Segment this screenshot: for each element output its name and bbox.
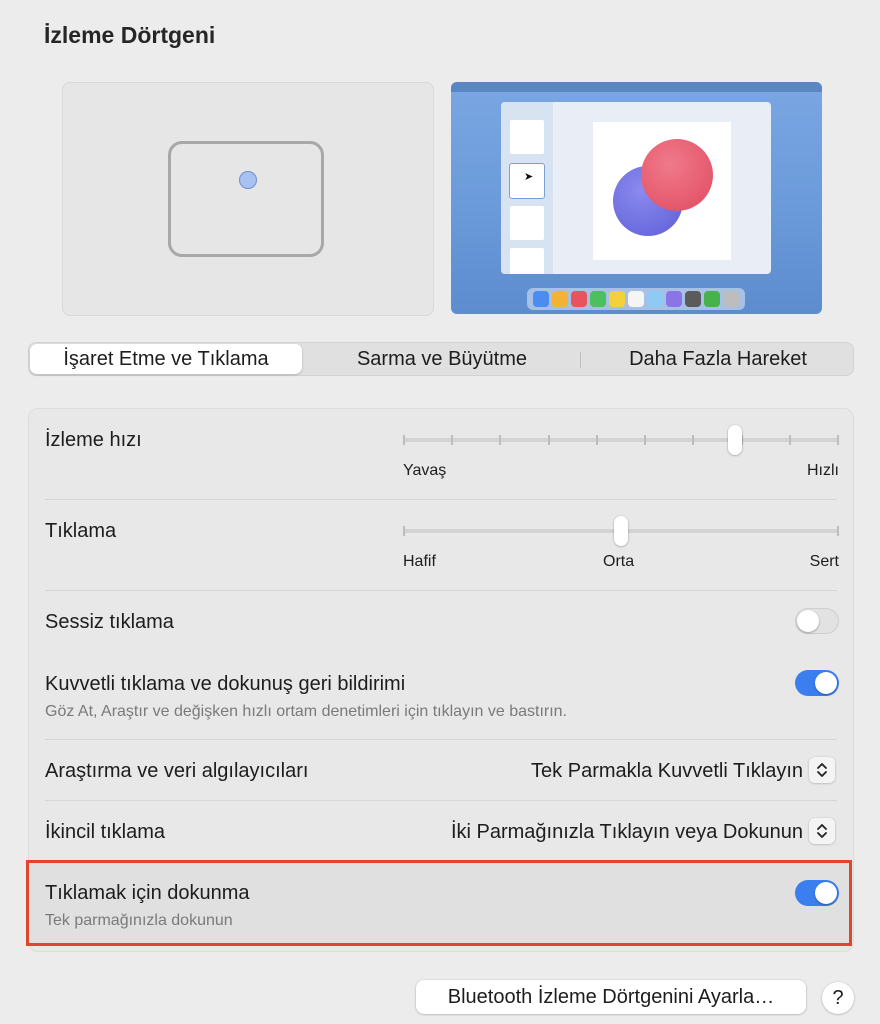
force-click-description: Göz At, Araştır ve değişken hızlı ortam …	[45, 703, 567, 720]
tab-scroll-zoom[interactable]: Sarma ve Büyütme	[307, 344, 577, 374]
toggle-knob	[815, 882, 837, 904]
dock-app-icon	[571, 291, 587, 307]
tracking-speed-slider[interactable]	[403, 425, 839, 455]
tap-to-click-row: Tıklamak için dokunma Tek parmağınızla d…	[26, 860, 852, 946]
dock-app-icon	[647, 291, 663, 307]
secondary-click-label: İkincil tıklama	[45, 821, 166, 843]
dock-app-icon	[552, 291, 568, 307]
slider-tick	[837, 526, 839, 536]
lookup-label: Araştırma ve veri algılayıcıları	[45, 760, 309, 782]
click-mid-label: Orta	[603, 553, 635, 570]
slider-tick	[644, 435, 647, 445]
window-illustration: ➤	[501, 102, 771, 274]
dock-app-icon	[723, 291, 739, 307]
slider-tick	[837, 435, 839, 445]
slider-tick	[595, 435, 598, 445]
tap-to-click-label: Tıklamak için dokunma	[45, 882, 250, 904]
lookup-popup[interactable]: Tek Parmakla Kuvvetli Tıklayın	[531, 760, 803, 783]
click-pressure-slider[interactable]	[403, 516, 839, 546]
dock-app-icon	[533, 291, 549, 307]
sidebar-illustration: ➤	[501, 102, 553, 274]
slide-thumbnail	[510, 248, 544, 274]
slider-tick	[451, 435, 454, 445]
tab-divider	[580, 352, 581, 368]
slider-tick	[403, 526, 405, 536]
red-circle-shape	[641, 139, 713, 211]
slider-tick	[692, 435, 695, 445]
tap-to-click-description: Tek parmağınızla dokunun	[45, 912, 233, 929]
divider	[45, 590, 837, 591]
dock-app-icon	[666, 291, 682, 307]
slide-canvas	[593, 122, 731, 260]
dock-illustration	[527, 288, 745, 310]
slider-tick	[547, 435, 550, 445]
tracking-speed-min-label: Yavaş	[403, 462, 447, 479]
dock-app-icon	[590, 291, 606, 307]
page-title: İzleme Dörtgeni	[44, 22, 216, 48]
silent-click-toggle[interactable]	[795, 608, 839, 634]
tab-more-gestures[interactable]: Daha Fazla Hareket	[584, 344, 852, 374]
chevron-up-down-icon	[817, 763, 827, 777]
finger-dot-icon	[239, 171, 257, 189]
lookup-stepper[interactable]	[809, 757, 835, 783]
force-click-label: Kuvvetli tıklama ve dokunuş geri bildiri…	[45, 673, 406, 695]
divider	[45, 739, 837, 740]
click-label: Tıklama	[45, 520, 117, 542]
chevron-up-down-icon	[817, 824, 827, 838]
slider-tick	[788, 435, 791, 445]
bluetooth-trackpad-setup-button[interactable]: Bluetooth İzleme Dörtgenini Ayarla…	[416, 980, 806, 1014]
trackpad-illustration	[168, 141, 324, 257]
secondary-click-stepper[interactable]	[809, 818, 835, 844]
tracking-speed-knob[interactable]	[727, 425, 742, 455]
screen-preview: ➤	[451, 82, 822, 314]
tab-bar: İşaret Etme ve Tıklama Sarma ve Büyütme …	[28, 342, 854, 376]
click-max-label: Sert	[809, 553, 839, 570]
trackpad-preview	[62, 82, 434, 316]
tab-pointing-clicking[interactable]: İşaret Etme ve Tıklama	[30, 344, 302, 374]
tracking-speed-label: İzleme hızı	[45, 429, 142, 451]
slider-tick	[499, 435, 502, 445]
silent-click-label: Sessiz tıklama	[45, 611, 174, 633]
dock-app-icon	[685, 291, 701, 307]
force-click-toggle[interactable]	[795, 670, 839, 696]
slide-thumbnail	[510, 120, 544, 154]
divider	[45, 800, 837, 801]
divider	[45, 499, 837, 500]
slide-thumbnail-selected: ➤	[509, 163, 545, 199]
toggle-knob	[815, 672, 837, 694]
tap-to-click-toggle[interactable]	[795, 880, 839, 906]
slide-thumbnail	[510, 206, 544, 240]
help-button[interactable]: ?	[822, 982, 854, 1014]
slider-tick	[403, 435, 405, 445]
dock-app-icon	[628, 291, 644, 307]
click-min-label: Hafif	[403, 553, 436, 570]
pointer-icon: ➤	[524, 171, 534, 183]
dock-app-icon	[704, 291, 720, 307]
click-pressure-knob[interactable]	[614, 516, 628, 546]
tracking-speed-max-label: Hızlı	[807, 462, 839, 479]
dock-app-icon	[609, 291, 625, 307]
toggle-knob	[797, 610, 819, 632]
secondary-click-popup[interactable]: İki Parmağınızla Tıklayın veya Dokunun	[451, 821, 803, 844]
menu-bar-illustration	[451, 82, 822, 92]
